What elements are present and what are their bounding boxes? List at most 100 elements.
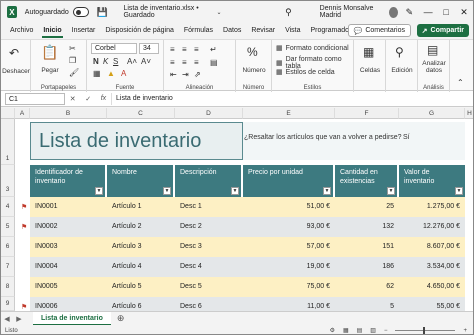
analyze-label[interactable]: Analizar datos bbox=[418, 60, 450, 74]
minimize-icon[interactable]: — bbox=[419, 7, 437, 17]
cell-id[interactable]: IN0003 bbox=[30, 237, 107, 257]
font-size-select[interactable]: 34 bbox=[139, 43, 159, 54]
maximize-icon[interactable]: □ bbox=[437, 7, 455, 17]
cell-desc[interactable]: Desc 4 bbox=[175, 257, 243, 277]
filter-dropdown-icon[interactable]: ▼ bbox=[387, 187, 395, 195]
header-valor[interactable]: Valor de inventario ▼ bbox=[399, 165, 465, 197]
cell-styles-button[interactable]: ▦ Estilos de celda bbox=[276, 68, 335, 77]
borders-icon[interactable]: ▦ bbox=[93, 69, 101, 78]
row-header-4[interactable]: 4 bbox=[1, 197, 15, 217]
pen-icon[interactable]: ✎ bbox=[406, 7, 414, 18]
header-identificador[interactable]: Identificador de inventario ▼ bbox=[30, 165, 107, 197]
copy-icon[interactable]: ❐ bbox=[69, 56, 76, 65]
cell-name[interactable]: Artículo 3 bbox=[107, 237, 175, 257]
row-header-9[interactable]: 9 bbox=[1, 297, 15, 311]
chevron-down-icon[interactable]: ⌄ bbox=[215, 7, 223, 17]
add-sheet-icon[interactable]: ⊕ bbox=[117, 313, 125, 324]
merge-icon[interactable]: ▤ bbox=[210, 58, 218, 67]
search-editing-icon[interactable]: ⚲ bbox=[395, 45, 404, 59]
column-header-d[interactable]: D bbox=[175, 108, 243, 119]
cell-qty[interactable]: 151 bbox=[335, 237, 399, 257]
cell-desc[interactable]: Desc 1 bbox=[175, 197, 243, 217]
cell-id[interactable]: IN0005 bbox=[30, 277, 107, 297]
cell-id[interactable]: IN0006 bbox=[30, 297, 107, 311]
editing-label[interactable]: Edición bbox=[386, 67, 418, 74]
cell-price[interactable]: 11,00 € bbox=[243, 297, 335, 311]
zoom-out-icon[interactable]: − bbox=[384, 328, 388, 334]
indent-decrease-icon[interactable]: ⇤ bbox=[170, 70, 177, 79]
select-all-corner[interactable] bbox=[1, 108, 15, 119]
share-button[interactable]: ↗ Compartir bbox=[416, 24, 469, 37]
cell-name[interactable]: Artículo 6 bbox=[107, 297, 175, 311]
tab-vista[interactable]: Vista bbox=[280, 23, 305, 39]
comments-button[interactable]: 💬 Comentarios bbox=[347, 24, 411, 37]
underline-icon[interactable]: S bbox=[113, 57, 118, 66]
sheet-title[interactable]: Lista de inventario bbox=[30, 122, 243, 160]
cell-desc[interactable]: Desc 5 bbox=[175, 277, 243, 297]
filter-dropdown-icon[interactable]: ▼ bbox=[231, 187, 239, 195]
header-nombre[interactable]: Nombre ▼ bbox=[107, 165, 175, 197]
page-layout-icon[interactable]: ▤ bbox=[357, 327, 363, 334]
row-header-3[interactable]: 3 bbox=[1, 165, 15, 197]
wrap-text-icon[interactable]: ↵ bbox=[210, 45, 217, 54]
align-left-icon[interactable]: ≡ bbox=[170, 58, 175, 67]
avatar[interactable] bbox=[388, 6, 398, 18]
align-center-icon[interactable]: ≡ bbox=[182, 58, 187, 67]
cell-value[interactable]: 4.650,00 € bbox=[399, 277, 465, 297]
cell-qty[interactable]: 25 bbox=[335, 197, 399, 217]
align-bottom-icon[interactable]: ≡ bbox=[194, 45, 199, 54]
autosave-toggle[interactable] bbox=[72, 7, 90, 17]
cell-qty[interactable]: 132 bbox=[335, 217, 399, 237]
close-icon[interactable]: ✕ bbox=[455, 7, 473, 18]
tab-inicio[interactable]: Inicio bbox=[38, 23, 66, 39]
cell-qty[interactable]: 62 bbox=[335, 277, 399, 297]
column-header-f[interactable]: F bbox=[335, 108, 399, 119]
cell-value[interactable]: 12.276,00 € bbox=[399, 217, 465, 237]
cell-qty[interactable]: 5 bbox=[335, 297, 399, 311]
cell-value[interactable]: 55,00 € bbox=[399, 297, 465, 311]
cell-desc[interactable]: Desc 2 bbox=[175, 217, 243, 237]
fill-color-icon[interactable]: ▲ bbox=[107, 69, 115, 78]
font-grow-icon[interactable]: A˄ bbox=[127, 57, 137, 66]
page-break-icon[interactable]: ▥ bbox=[370, 327, 376, 334]
cell-value[interactable]: 8.607,00 € bbox=[399, 237, 465, 257]
cell-value[interactable]: 1.275,00 € bbox=[399, 197, 465, 217]
cell-qty[interactable]: 186 bbox=[335, 257, 399, 277]
filter-dropdown-icon[interactable]: ▼ bbox=[323, 187, 331, 195]
column-header-a[interactable]: A bbox=[15, 108, 30, 119]
zoom-slider[interactable] bbox=[395, 327, 456, 334]
column-header-h[interactable]: H bbox=[465, 108, 473, 119]
zoom-in-icon[interactable]: + bbox=[463, 328, 467, 334]
header-descripcion[interactable]: Descripción ▼ bbox=[175, 165, 243, 197]
next-sheet-icon[interactable]: ▶ bbox=[13, 315, 25, 323]
column-header-c[interactable]: C bbox=[107, 108, 175, 119]
font-name-select[interactable]: Corbel bbox=[91, 43, 137, 54]
cell-value[interactable]: 3.534,00 € bbox=[399, 257, 465, 277]
cell-id[interactable]: IN0002 bbox=[30, 217, 107, 237]
indent-increase-icon[interactable]: ⇥ bbox=[182, 70, 189, 79]
column-header-g[interactable]: G bbox=[399, 108, 465, 119]
filter-dropdown-icon[interactable]: ▼ bbox=[95, 187, 103, 195]
prev-sheet-icon[interactable]: ◀ bbox=[1, 315, 13, 323]
fx-icon[interactable]: fx bbox=[101, 95, 106, 103]
cells-icon[interactable]: ▦ bbox=[363, 45, 374, 59]
row-header-7[interactable]: 7 bbox=[1, 257, 15, 277]
enter-icon[interactable]: ✓ bbox=[85, 95, 91, 103]
normal-view-icon[interactable]: ▦ bbox=[343, 327, 349, 334]
cell-name[interactable]: Artículo 1 bbox=[107, 197, 175, 217]
tab-revisar[interactable]: Revisar bbox=[246, 23, 280, 39]
cell-name[interactable]: Artículo 5 bbox=[107, 277, 175, 297]
orientation-icon[interactable]: ⇗ bbox=[194, 70, 201, 79]
formula-input[interactable]: Lista de inventario bbox=[111, 92, 473, 105]
row-header-6[interactable]: 6 bbox=[1, 237, 15, 257]
cut-icon[interactable]: ✂ bbox=[69, 44, 76, 53]
search-icon[interactable]: ⚲ bbox=[285, 7, 292, 18]
zoom-thumb[interactable] bbox=[423, 327, 426, 334]
reorder-answer[interactable]: Sí bbox=[403, 134, 410, 141]
save-icon[interactable]: 💾 bbox=[97, 7, 108, 17]
cell-name[interactable]: Artículo 4 bbox=[107, 257, 175, 277]
column-header-e[interactable]: E bbox=[243, 108, 335, 119]
column-header-b[interactable]: B bbox=[30, 108, 107, 119]
paste-icon[interactable]: 📋 bbox=[41, 44, 58, 61]
reorder-question[interactable]: ¿Resaltar los artículos que van a volver… bbox=[244, 134, 402, 141]
